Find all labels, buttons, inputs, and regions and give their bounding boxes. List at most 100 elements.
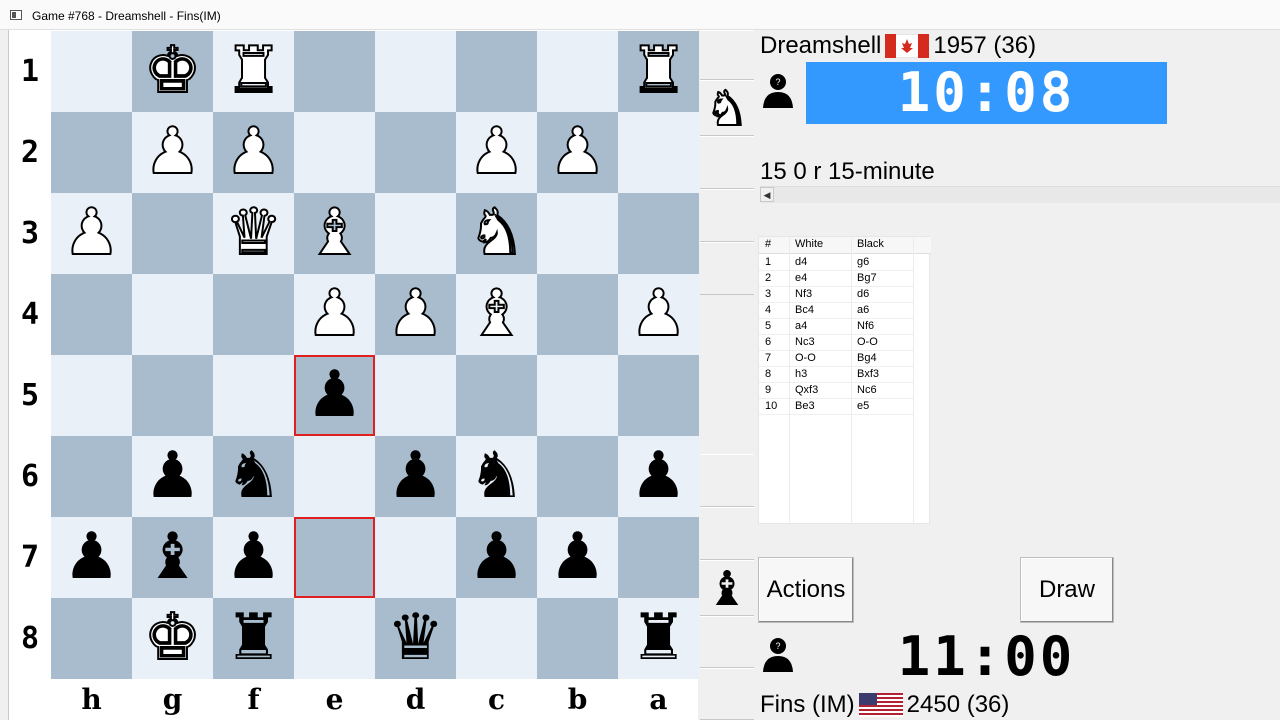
white-pawn[interactable]: ♟: [51, 193, 132, 274]
square-f4[interactable]: [213, 274, 294, 355]
square-d3[interactable]: [375, 193, 456, 274]
white-bishop[interactable]: ♝: [456, 274, 537, 355]
square-f3[interactable]: ♛: [213, 193, 294, 274]
white-queen[interactable]: ♛: [213, 193, 294, 274]
square-e4[interactable]: ♟: [294, 274, 375, 355]
white-rook[interactable]: ♜: [618, 31, 699, 112]
move-list[interactable]: # White Black 1 d4 g6 2 e4 Bg7 3 Nf3 d6 4 Bc4 a6 5 a4…: [758, 236, 931, 524]
square-f2[interactable]: ♟: [213, 112, 294, 193]
square-c3[interactable]: ♞: [456, 193, 537, 274]
white-pawn[interactable]: ♟: [294, 274, 375, 355]
square-c1[interactable]: [456, 31, 537, 112]
white-rook[interactable]: ♜: [213, 31, 294, 112]
square-e5[interactable]: ♟: [294, 355, 375, 436]
white-knight[interactable]: ♞: [456, 193, 537, 274]
white-pawn[interactable]: ♟: [132, 112, 213, 193]
square-a1[interactable]: ♜: [618, 31, 699, 112]
square-a3[interactable]: [618, 193, 699, 274]
square-b8[interactable]: [537, 598, 618, 679]
black-knight[interactable]: ♞: [456, 436, 537, 517]
square-f8[interactable]: ♜: [213, 598, 294, 679]
square-d4[interactable]: ♟: [375, 274, 456, 355]
square-h4[interactable]: [51, 274, 132, 355]
black-king[interactable]: ♚: [132, 598, 213, 679]
square-c4[interactable]: ♝: [456, 274, 537, 355]
square-d5[interactable]: [375, 355, 456, 436]
square-h7[interactable]: ♟: [51, 517, 132, 598]
square-a5[interactable]: [618, 355, 699, 436]
black-pawn[interactable]: ♟: [213, 517, 294, 598]
square-g5[interactable]: [132, 355, 213, 436]
square-c2[interactable]: ♟: [456, 112, 537, 193]
white-pawn[interactable]: ♟: [618, 274, 699, 355]
chess-board[interactable]: ♚ ♜ ♜ ♟ ♟ ♟ ♟ ♟ ♛ ♝ ♞ ♟ ♟ ♝ ♟ ♟ ♟ ♞ ♟ ♞ ♟ ♟ ♝ ♟ ♟ ♟ ♚ ♜ ♛ ♜: [51, 31, 699, 679]
black-bishop[interactable]: ♝: [132, 517, 213, 598]
move-row[interactable]: 5 a4 Nf6: [759, 318, 913, 335]
square-h5[interactable]: [51, 355, 132, 436]
square-e3[interactable]: ♝: [294, 193, 375, 274]
square-b4[interactable]: [537, 274, 618, 355]
square-f1[interactable]: ♜: [213, 31, 294, 112]
square-c6[interactable]: ♞: [456, 436, 537, 517]
square-a7[interactable]: [618, 517, 699, 598]
square-c5[interactable]: [456, 355, 537, 436]
move-row[interactable]: 8 h3 Bxf3: [759, 366, 913, 383]
square-f5[interactable]: [213, 355, 294, 436]
square-b5[interactable]: [537, 355, 618, 436]
black-pawn[interactable]: ♟: [294, 355, 375, 436]
black-rook[interactable]: ♜: [618, 598, 699, 679]
white-bishop[interactable]: ♝: [294, 193, 375, 274]
square-h8[interactable]: [51, 598, 132, 679]
actions-button[interactable]: Actions: [758, 557, 854, 623]
square-g2[interactable]: ♟: [132, 112, 213, 193]
square-e1[interactable]: [294, 31, 375, 112]
move-row[interactable]: 1 d4 g6: [759, 254, 913, 271]
move-row[interactable]: 4 Bc4 a6: [759, 302, 913, 319]
square-c8[interactable]: [456, 598, 537, 679]
square-d2[interactable]: [375, 112, 456, 193]
square-e8[interactable]: [294, 598, 375, 679]
white-pawn[interactable]: ♟: [456, 112, 537, 193]
black-pawn[interactable]: ♟: [51, 517, 132, 598]
bottom-player-name[interactable]: Fins (IM): [760, 691, 855, 719]
square-e6[interactable]: [294, 436, 375, 517]
square-a6[interactable]: ♟: [618, 436, 699, 517]
black-knight[interactable]: ♞: [213, 436, 294, 517]
horizontal-scrollbar[interactable]: ◀: [760, 186, 1280, 203]
move-row[interactable]: 3 Nf3 d6: [759, 286, 913, 303]
move-row[interactable]: 6 Nc3 O-O: [759, 334, 913, 351]
black-queen[interactable]: ♛: [375, 598, 456, 679]
square-d8[interactable]: ♛: [375, 598, 456, 679]
square-b2[interactable]: ♟: [537, 112, 618, 193]
move-row[interactable]: 7 O-O Bg4: [759, 350, 913, 367]
square-h2[interactable]: [51, 112, 132, 193]
move-row[interactable]: 2 e4 Bg7: [759, 270, 913, 287]
square-d7[interactable]: [375, 517, 456, 598]
square-e7[interactable]: [294, 517, 375, 598]
white-king[interactable]: ♚: [132, 31, 213, 112]
square-e2[interactable]: [294, 112, 375, 193]
square-d1[interactable]: [375, 31, 456, 112]
square-a8[interactable]: ♜: [618, 598, 699, 679]
square-g1[interactable]: ♚: [132, 31, 213, 112]
square-h1[interactable]: [51, 31, 132, 112]
white-pawn[interactable]: ♟: [537, 112, 618, 193]
black-rook[interactable]: ♜: [213, 598, 294, 679]
black-pawn[interactable]: ♟: [375, 436, 456, 517]
square-g4[interactable]: [132, 274, 213, 355]
black-pawn[interactable]: ♟: [456, 517, 537, 598]
move-row[interactable]: 10 Be3 e5: [759, 398, 913, 415]
square-b3[interactable]: [537, 193, 618, 274]
square-b1[interactable]: [537, 31, 618, 112]
square-a4[interactable]: ♟: [618, 274, 699, 355]
top-player-name[interactable]: Dreamshell: [760, 32, 881, 60]
black-pawn[interactable]: ♟: [132, 436, 213, 517]
square-a2[interactable]: [618, 112, 699, 193]
square-b6[interactable]: [537, 436, 618, 517]
square-b7[interactable]: ♟: [537, 517, 618, 598]
white-pawn[interactable]: ♟: [213, 112, 294, 193]
black-pawn[interactable]: ♟: [537, 517, 618, 598]
square-f7[interactable]: ♟: [213, 517, 294, 598]
square-c7[interactable]: ♟: [456, 517, 537, 598]
square-h3[interactable]: ♟: [51, 193, 132, 274]
